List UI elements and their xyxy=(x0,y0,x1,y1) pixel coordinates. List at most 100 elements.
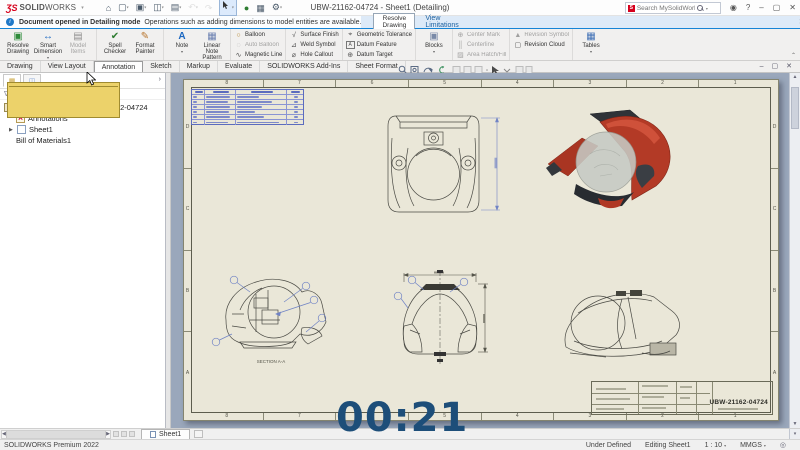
sheet-nav-button[interactable] xyxy=(129,431,135,437)
add-sheet-button[interactable] xyxy=(194,430,203,438)
tables-button[interactable]: ▦ Tables▾ xyxy=(576,30,606,54)
drawing-view-section[interactable]: SECTION A-A xyxy=(210,270,332,366)
tab-annotation[interactable]: Annotation xyxy=(94,61,143,72)
note-button[interactable]: A Note▾ xyxy=(167,30,197,54)
zone-labels-left: D C B A xyxy=(184,87,191,413)
document-restore-icon[interactable]: ▢ xyxy=(772,61,779,72)
scrollbar-thumb[interactable] xyxy=(6,431,106,438)
zone-label: C xyxy=(771,168,778,250)
view-limitations-link[interactable]: View Limitations xyxy=(425,15,458,29)
tab-markup[interactable]: Markup xyxy=(180,61,218,72)
drawing-view-front[interactable] xyxy=(388,268,492,368)
surface-finish-button[interactable]: √Surface Finish xyxy=(289,30,338,40)
home-icon[interactable]: ⌂ xyxy=(106,1,111,15)
zone-label: 8 xyxy=(191,413,263,420)
tab-evaluate[interactable]: Evaluate xyxy=(218,61,260,72)
balloon-icon xyxy=(394,292,402,300)
tree-item-bill-of-materials[interactable]: Bill of Materials1 xyxy=(0,135,165,146)
datum-target-button[interactable]: ⊕Datum Target xyxy=(346,50,412,60)
document-minimize-icon[interactable]: – xyxy=(760,61,764,72)
sheet-tab-sheet1[interactable]: Sheet1 xyxy=(141,429,190,439)
logo-solid: SOLID xyxy=(20,3,45,12)
datum-target-icon: ⊕ xyxy=(346,51,355,59)
notification-message: Operations such as adding dimensions to … xyxy=(144,19,361,26)
search-icon[interactable] xyxy=(697,5,704,12)
weld-symbol-button[interactable]: ⊿Weld Symbol xyxy=(289,40,338,50)
tab-sketch[interactable]: Sketch xyxy=(143,61,179,72)
sheet-nav-button[interactable] xyxy=(121,431,127,437)
zone-labels-top: 8 7 6 5 4 3 2 1 xyxy=(191,80,771,87)
restore-icon[interactable]: ▢ xyxy=(773,1,781,15)
balloon-button[interactable]: ○Balloon xyxy=(234,30,282,40)
area-hatch-icon: ▨ xyxy=(456,51,465,59)
close-icon[interactable]: ✕ xyxy=(789,1,796,15)
scroll-right-icon[interactable]: ▶ xyxy=(106,431,110,437)
search-caret-icon[interactable]: ▾ xyxy=(706,6,708,11)
balloon-icon xyxy=(408,276,416,284)
search-input[interactable] xyxy=(637,5,695,12)
linear-note-pattern-button[interactable]: ▦ Linear Note Pattern xyxy=(197,30,227,61)
zoom-fit-icon xyxy=(399,66,405,72)
zone-label: 3 xyxy=(553,80,626,87)
tab-drawing[interactable]: Drawing xyxy=(0,61,41,72)
zone-label: 6 xyxy=(335,80,408,87)
zone-label: A xyxy=(184,331,191,413)
search-box[interactable]: S ▾ xyxy=(625,2,721,14)
geometric-tolerance-button[interactable]: ⌖Geometric Tolerance xyxy=(346,30,412,40)
scroll-up-icon[interactable]: ▲ xyxy=(790,74,800,80)
open-document-icon[interactable]: ▣▾ xyxy=(136,0,147,15)
user-account-icon[interactable]: ◉ xyxy=(730,1,737,15)
sheet-scale[interactable]: 1 : 10▾ xyxy=(705,442,727,449)
graphics-area[interactable]: 8 7 6 5 4 3 2 1 8 7 6 5 4 3 2 1 D C xyxy=(171,73,800,428)
balloon-icon xyxy=(302,282,310,290)
balloon-icon xyxy=(230,276,238,284)
ribbon-collapse-icon[interactable]: ⌃ xyxy=(791,52,796,59)
drawing-view-side[interactable] xyxy=(558,283,686,367)
zone-label: 7 xyxy=(263,413,336,420)
vertical-dimension[interactable] xyxy=(481,118,500,210)
help-icon[interactable]: ? xyxy=(746,1,750,15)
zone-label: 8 xyxy=(191,80,263,87)
bom-table[interactable] xyxy=(191,89,304,125)
blocks-button[interactable]: ▣ Blocks▾ xyxy=(419,30,449,54)
scroll-down-icon[interactable]: ▼ xyxy=(790,421,800,427)
chevron-down-icon[interactable]: ▾ xyxy=(81,5,84,11)
tree-item-sheet1[interactable]: ▶ Sheet1 xyxy=(0,124,165,135)
chevron-down-icon xyxy=(504,69,510,72)
unit-system[interactable]: MMGS▾ xyxy=(740,442,766,449)
sheet-nav-button[interactable] xyxy=(113,431,119,437)
tab-view-layout[interactable]: View Layout xyxy=(41,61,94,72)
horizontal-scrollbar[interactable]: ◀ ▶ xyxy=(1,430,111,439)
scrollbar-thumb[interactable] xyxy=(791,87,799,129)
mouse-cursor xyxy=(86,72,96,86)
hole-callout-button[interactable]: ⌀Hole Callout xyxy=(289,50,338,60)
weld-symbol-icon: ⊿ xyxy=(289,41,298,49)
section-view-label: SECTION A-A xyxy=(257,359,286,364)
datum-feature-button[interactable]: ADatum Feature xyxy=(346,40,412,50)
revision-cloud-button[interactable]: ▢Revision Cloud xyxy=(513,40,569,50)
resolve-drawing-ribbon-button[interactable]: ▣ Resolve Drawing xyxy=(3,30,33,55)
format-painter-button[interactable]: ✎ Format Painter xyxy=(130,30,160,55)
datum-feature-icon: A xyxy=(346,41,355,49)
new-document-icon[interactable]: ▢▾ xyxy=(118,0,129,15)
vertical-scrollbar[interactable]: ▲ ▼ xyxy=(789,73,800,428)
document-close-icon[interactable]: ✕ xyxy=(786,61,792,72)
zone-label: B xyxy=(771,250,778,332)
logo-mark-icon: ƷS xyxy=(6,3,18,13)
expand-arrow-icon[interactable]: ▶ xyxy=(9,127,14,133)
magnetic-line-button[interactable]: ∿Magnetic Line xyxy=(234,50,282,60)
zone-label: 4 xyxy=(481,80,554,87)
minimize-icon[interactable]: – xyxy=(759,1,763,15)
spell-checker-button[interactable]: ✔ Spell Checker xyxy=(100,30,130,55)
vertical-dimension[interactable] xyxy=(478,284,488,352)
sheet-page-icon xyxy=(150,431,156,438)
drawing-view-isometric[interactable] xyxy=(542,104,682,212)
title-block[interactable]: UBW-21162-04724 xyxy=(591,381,773,415)
status-tag-icon[interactable]: ◎ xyxy=(780,441,786,449)
drawing-view-top[interactable] xyxy=(386,108,506,220)
blocks-icon: ▣ xyxy=(429,30,438,43)
smart-dimension-button[interactable]: ↔ Smart Dimension▾ xyxy=(33,30,63,60)
balloon-icon xyxy=(212,338,220,346)
tab-solidworks-add-ins[interactable]: SOLIDWORKS Add-Ins xyxy=(260,61,348,72)
panel-flyout-arrow-icon[interactable]: › xyxy=(159,76,161,83)
